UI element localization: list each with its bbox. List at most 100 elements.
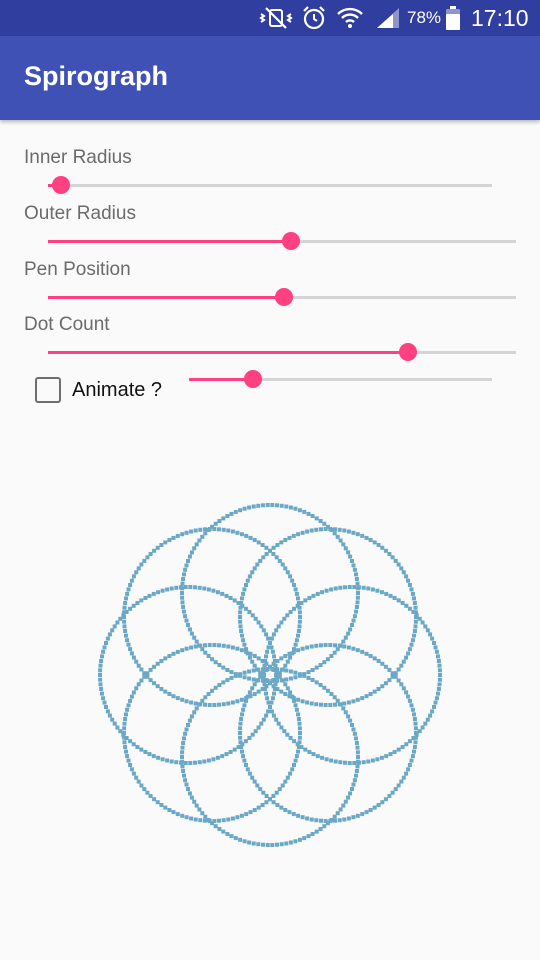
slider-thumb[interactable] xyxy=(52,176,71,194)
spirograph-dot xyxy=(284,677,289,682)
spirograph-dot xyxy=(296,648,301,653)
spirograph-dot xyxy=(155,684,160,689)
spirograph-dot xyxy=(241,638,246,643)
spirograph-dot xyxy=(351,530,356,535)
spirograph-dot xyxy=(250,686,255,691)
spirograph-dot xyxy=(294,638,299,643)
spirograph-dot xyxy=(437,663,442,668)
spirograph-dot xyxy=(203,527,207,532)
spirograph-dot xyxy=(350,559,354,563)
spirograph-dot xyxy=(171,535,176,540)
spirograph-dot xyxy=(346,816,351,821)
spirograph-dot xyxy=(297,837,302,842)
spirograph-dot xyxy=(189,550,194,555)
spirograph-dot xyxy=(122,605,127,610)
spirograph-dot xyxy=(368,692,373,696)
spirograph-dot xyxy=(318,683,323,687)
spirograph-dot xyxy=(287,535,292,540)
spirograph-dot xyxy=(247,771,252,776)
spirograph-dot xyxy=(211,757,216,762)
slider-thumb[interactable] xyxy=(275,288,294,306)
spirograph-dot xyxy=(181,769,186,773)
spirograph-dot xyxy=(102,645,107,650)
spirograph-dot xyxy=(115,725,120,730)
spirograph-dot xyxy=(179,760,183,765)
spirograph-dot xyxy=(322,660,327,665)
spirograph-dot xyxy=(364,535,369,540)
spirograph-dot xyxy=(256,667,261,672)
spirograph-dot xyxy=(297,624,302,629)
spirograph-dot xyxy=(282,616,287,621)
animation-speed-slider[interactable] xyxy=(189,364,492,394)
spirograph-dot xyxy=(265,649,270,654)
spirograph-dot xyxy=(404,655,409,660)
spirograph-dot xyxy=(217,827,222,831)
spirograph-dot xyxy=(306,511,311,516)
animate-checkbox[interactable] xyxy=(35,377,61,403)
spirograph-dot xyxy=(293,642,298,647)
slider-thumb[interactable] xyxy=(243,370,262,388)
pen-position-slider[interactable] xyxy=(48,282,516,312)
spirograph-dot xyxy=(293,839,298,844)
spirograph-dot xyxy=(221,665,226,670)
slider-thumb[interactable] xyxy=(282,232,301,250)
spirograph-dot xyxy=(244,696,249,701)
dot-count-slider[interactable] xyxy=(48,337,516,367)
spirograph-dot xyxy=(272,654,276,659)
spirograph-dot xyxy=(244,649,249,654)
spirograph-dot xyxy=(220,754,225,759)
outer-radius-slider[interactable] xyxy=(48,226,516,256)
spirograph-dot xyxy=(288,771,293,776)
spirograph-dot xyxy=(288,676,293,681)
spirograph-dot xyxy=(184,699,189,704)
spirograph-dot xyxy=(319,818,323,823)
spirograph-dot xyxy=(430,709,435,714)
spirograph-dot xyxy=(238,731,242,735)
spirograph-dot xyxy=(276,721,281,726)
spirograph-dot xyxy=(241,754,246,759)
spirograph-dot xyxy=(189,645,194,650)
spirograph-dot xyxy=(184,815,189,820)
spirograph-dot xyxy=(125,591,130,596)
spirograph-dot xyxy=(314,527,319,532)
slider-thumb[interactable] xyxy=(399,343,418,361)
spirograph-dot xyxy=(160,757,165,762)
spirograph-dot xyxy=(192,799,197,804)
spirograph-dot xyxy=(437,682,442,687)
animate-label[interactable]: Animate ? xyxy=(72,379,162,402)
spirograph-dot xyxy=(329,818,334,822)
spirograph-dot xyxy=(372,656,377,661)
spirograph-dot xyxy=(364,694,369,699)
spirograph-dot xyxy=(351,782,356,787)
spirograph-dot xyxy=(270,503,275,507)
spirograph-dot xyxy=(169,586,174,591)
spirograph-dot xyxy=(283,663,288,668)
spirograph-dot xyxy=(182,736,186,741)
spirograph-dot xyxy=(159,687,164,691)
spirograph-dot xyxy=(230,700,235,705)
spirograph-dot xyxy=(152,681,157,686)
spirograph-dot xyxy=(376,803,381,807)
spirograph-dot xyxy=(283,692,288,696)
spirograph-dot xyxy=(123,745,128,749)
spirograph-dot xyxy=(152,664,157,669)
spirograph-dot xyxy=(142,558,147,563)
spirograph-dot xyxy=(235,530,240,535)
spirograph-dot xyxy=(294,754,299,759)
spirograph-dot xyxy=(194,706,199,711)
spirograph-dot xyxy=(366,586,371,591)
spirograph-dot xyxy=(346,631,351,636)
spirograph-dot xyxy=(244,533,249,538)
spirograph-dot xyxy=(351,563,356,568)
spirograph-dot xyxy=(128,583,133,587)
spirograph-dot xyxy=(239,532,244,537)
inner-radius-slider[interactable] xyxy=(48,170,492,200)
spirograph-dot xyxy=(122,740,127,745)
spirograph-dot xyxy=(238,837,243,842)
spirograph-dot xyxy=(288,669,293,674)
spirograph-dot xyxy=(128,698,133,703)
spirograph-dot xyxy=(293,587,298,592)
spirograph-dot xyxy=(104,641,108,645)
spirograph-dot xyxy=(245,767,250,772)
spirograph-dot xyxy=(348,718,353,723)
